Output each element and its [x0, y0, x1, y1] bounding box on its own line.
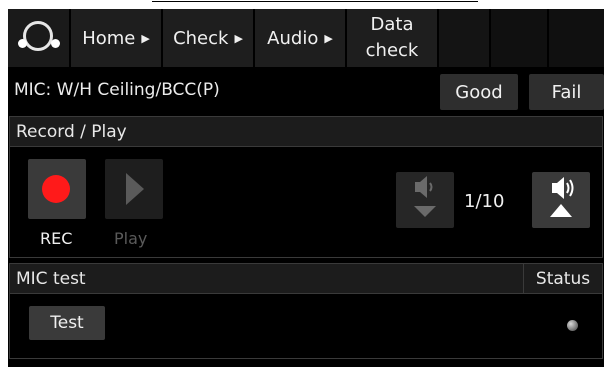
- nav-data-check-line2: check: [365, 40, 419, 61]
- volume-down-button[interactable]: [396, 172, 454, 228]
- home-logo-button[interactable]: [8, 9, 69, 67]
- fail-button[interactable]: Fail: [529, 74, 604, 110]
- nav-check-button[interactable]: Check ▶: [163, 9, 253, 67]
- mic-name-label: MIC: W/H Ceiling/BCC(P): [14, 80, 220, 100]
- good-button[interactable]: Good: [440, 74, 518, 110]
- logo-dot-right: [51, 39, 60, 48]
- nav-audio-label: Audio: [267, 27, 319, 49]
- nav-empty-slot: [491, 9, 547, 67]
- status-led-icon: [567, 320, 578, 331]
- record-play-panel: Record / Play REC Play 1/10: [9, 116, 603, 258]
- top-divider-line: [152, 1, 478, 2]
- mic-check-screen: Home ▶ Check ▶ Audio ▶ Data check MIC: W…: [8, 9, 604, 367]
- nav-data-check-button[interactable]: Data check: [347, 9, 437, 67]
- mic-test-panel: MIC test Status Test: [9, 263, 603, 359]
- volume-up-button[interactable]: [532, 172, 590, 228]
- nav-data-check-line1: Data: [370, 14, 414, 35]
- mic-test-header: MIC test: [10, 264, 602, 294]
- play-label: Play: [114, 229, 148, 248]
- nav-empty-slot: [439, 9, 489, 67]
- volume-up-icon: [550, 177, 574, 217]
- chevron-right-icon: ▶: [234, 31, 243, 45]
- nav-check-label: Check: [173, 27, 229, 49]
- chevron-right-icon: ▶: [324, 31, 333, 45]
- logo-dot-left: [18, 39, 27, 48]
- circle-logo-icon: [23, 21, 53, 51]
- play-icon: [126, 173, 144, 205]
- rec-button[interactable]: [28, 159, 86, 219]
- test-button[interactable]: Test: [29, 306, 105, 340]
- nav-home-button[interactable]: Home ▶: [71, 9, 161, 67]
- nav-empty-slot: [549, 9, 604, 67]
- volume-level: 1/10: [464, 191, 505, 212]
- nav-audio-button[interactable]: Audio ▶: [255, 9, 345, 67]
- play-button[interactable]: [105, 159, 163, 219]
- volume-down-icon: [414, 176, 436, 217]
- mic-row: MIC: W/H Ceiling/BCC(P) Good Fail: [8, 70, 604, 114]
- rec-label: REC: [40, 229, 73, 248]
- top-nav: Home ▶ Check ▶ Audio ▶ Data check: [8, 9, 604, 67]
- record-dot-icon: [42, 175, 70, 203]
- status-header: Status: [523, 264, 602, 294]
- chevron-right-icon: ▶: [141, 31, 150, 45]
- nav-home-label: Home: [82, 27, 136, 49]
- record-play-header: Record / Play: [10, 117, 602, 147]
